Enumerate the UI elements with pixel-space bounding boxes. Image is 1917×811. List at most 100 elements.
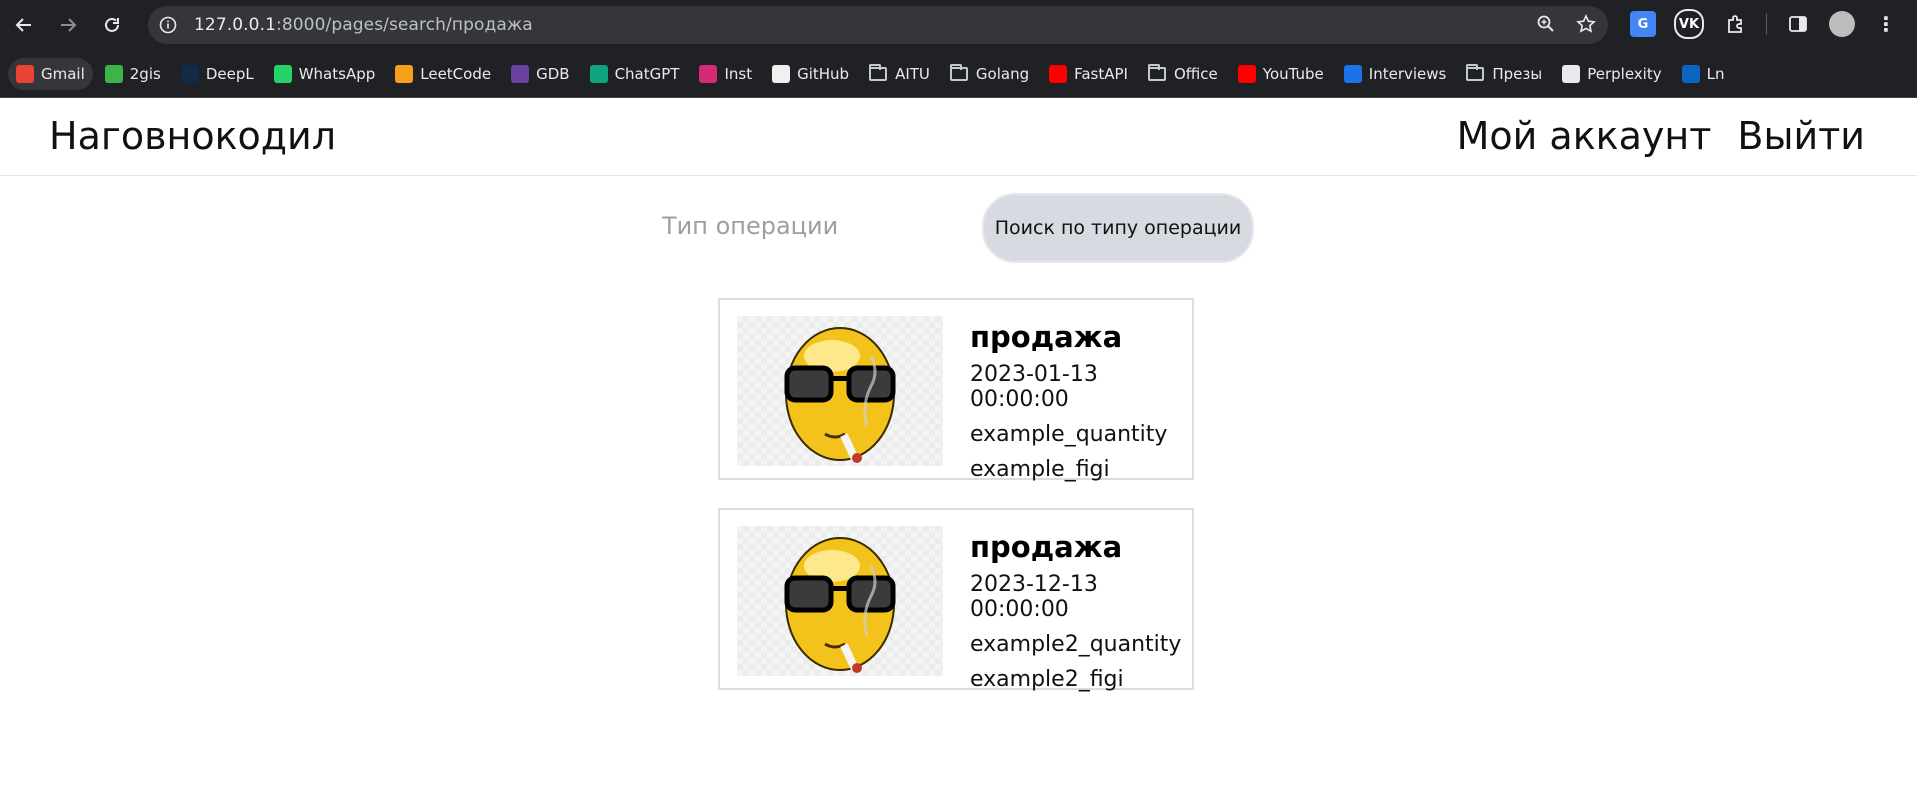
operation-figi: example2_figi (970, 667, 1124, 692)
bookmark-label: GDB (536, 64, 570, 83)
bookmark-label: Office (1173, 64, 1218, 83)
url-host: 127.0.0.1 (194, 15, 277, 35)
leetcode-icon (395, 64, 414, 83)
vk-extension-icon[interactable]: VK (1674, 9, 1704, 39)
logout-link[interactable]: Выйти (1737, 114, 1865, 158)
operation-title: продажа (970, 320, 1123, 354)
bookmark-label: Inst (724, 64, 753, 83)
folder-icon (1466, 63, 1485, 81)
bookmark-item[interactable]: DeepL (173, 58, 262, 90)
bookmark-label: Gmail (41, 64, 85, 83)
bookmark-label: Perplexity (1587, 64, 1662, 83)
interviews-icon (1343, 64, 1362, 83)
operation-quantity: example_quantity (970, 422, 1168, 447)
operation-card: продажа 2023-01-13 00:00:00 example_quanti… (718, 298, 1194, 482)
operation-image (737, 526, 943, 676)
chatgpt-icon (589, 64, 608, 83)
youtube-icon (1237, 64, 1256, 83)
profile-avatar-icon[interactable] (1829, 11, 1855, 37)
bookmark-label: DeepL (205, 64, 254, 83)
address-bar[interactable]: 127.0.0.1:8000/pages/search/продажа (148, 6, 1608, 44)
bookmark-label: WhatsApp (298, 64, 376, 83)
bookmark-item[interactable]: AITU (861, 58, 938, 90)
folder-icon (1147, 63, 1166, 81)
operation-figi: example_figi (970, 457, 1110, 482)
bookmark-item[interactable]: ChatGPT (582, 58, 688, 90)
smoking-emoji-icon (784, 327, 896, 463)
forward-button[interactable] (48, 5, 88, 45)
bookmark-label: YouTube (1262, 64, 1324, 83)
site-info-icon[interactable] (158, 15, 178, 35)
search-form: Поиск по типу операции (0, 176, 1917, 276)
reload-button[interactable] (92, 5, 132, 45)
my-account-link[interactable]: Мой аккаунт (1457, 114, 1712, 158)
bookmark-label: LeetCode (420, 64, 492, 83)
bookmark-item[interactable]: FastAPI (1041, 58, 1136, 90)
site-brand[interactable]: Наговнокодил (49, 114, 336, 158)
deepl-icon (180, 64, 199, 83)
bookmark-label: Interviews (1368, 64, 1447, 83)
2gis-icon (104, 64, 123, 83)
bookmark-label: ChatGPT (614, 64, 680, 83)
google-translate-icon[interactable]: G (1630, 11, 1656, 37)
github-icon (772, 64, 791, 83)
gmail-icon (16, 64, 34, 83)
youtube-icon (1049, 64, 1068, 83)
menu-kebab-icon[interactable]: ⋮ (1873, 11, 1899, 37)
back-arrow-icon (15, 18, 31, 32)
folder-icon (949, 63, 968, 81)
smoking-emoji-icon (784, 537, 896, 673)
forward-arrow-icon (61, 18, 77, 32)
bookmark-item[interactable]: LeetCode (387, 58, 499, 90)
toolbar-separator (1766, 14, 1767, 34)
bookmark-item[interactable]: Office (1140, 58, 1226, 90)
folder-icon (869, 63, 888, 81)
operation-quantity: example2_quantity (970, 632, 1182, 657)
operation-title: продажа (970, 530, 1123, 564)
zoom-icon[interactable] (1536, 14, 1556, 38)
back-button[interactable] (4, 5, 44, 45)
site-header: Наговнокодил Мой аккаунт Выйти (0, 98, 1917, 176)
bookmark-label: FastAPI (1074, 64, 1128, 83)
bookmark-item[interactable]: Презы (1458, 58, 1550, 90)
operation-details: продажа 2023-12-13 00:00:00 example2_quant… (970, 530, 1192, 702)
bookmark-item[interactable]: GDB (503, 58, 577, 90)
bookmark-star-icon[interactable] (1576, 14, 1596, 38)
bookmark-item[interactable]: Perplexity (1554, 58, 1669, 90)
linkedin-icon (1681, 64, 1700, 83)
browser-toolbar: 127.0.0.1:8000/pages/search/продажа G VK… (0, 0, 1917, 50)
bookmark-label: AITU (895, 64, 930, 83)
bookmark-item[interactable]: WhatsApp (266, 58, 384, 90)
bookmark-label: Презы (1492, 64, 1543, 83)
search-button[interactable]: Поиск по типу операции (982, 193, 1254, 263)
bookmark-item[interactable]: 2gis (97, 58, 169, 90)
bookmark-item[interactable]: Ln (1674, 58, 1733, 90)
operation-card: продажа 2023-12-13 00:00:00 example2_quant… (718, 508, 1194, 692)
bookmark-item[interactable]: Interviews (1336, 58, 1455, 90)
extensions-puzzle-icon[interactable] (1722, 11, 1748, 37)
operation-type-input[interactable] (660, 202, 944, 250)
bookmark-item[interactable]: Golang (942, 58, 1037, 90)
bookmark-item[interactable]: GitHub (764, 58, 857, 90)
bookmark-item[interactable]: Gmail (8, 57, 93, 90)
gdb-icon (511, 64, 530, 83)
bookmark-label: Ln (1706, 64, 1725, 83)
site-nav: Мой аккаунт Выйти (1457, 114, 1865, 158)
side-panel-icon[interactable] (1785, 11, 1811, 37)
url-path: :8000/pages/search/продажа (276, 15, 533, 35)
operation-date: 2023-12-13 00:00:00 (970, 572, 1098, 622)
bookmark-label: Golang (975, 64, 1030, 83)
bookmarks-bar: Gmail 2gis DeepL WhatsApp LeetCode GDB ChatGPT… (0, 50, 1917, 98)
bookmark-item[interactable]: Inst (691, 58, 760, 90)
operation-date: 2023-01-13 00:00:00 (970, 362, 1098, 412)
bookmark-item[interactable]: YouTube (1230, 58, 1332, 90)
bookmark-label: 2gis (129, 64, 161, 83)
bookmark-label: GitHub (797, 64, 850, 83)
perplexity-icon (1562, 64, 1581, 83)
operation-details: продажа 2023-01-13 00:00:00 example_quanti… (970, 320, 1192, 492)
instagram-icon (699, 64, 718, 83)
reload-icon (105, 17, 119, 32)
url-text[interactable]: 127.0.0.1:8000/pages/search/продажа (194, 15, 533, 35)
whatsapp-icon (273, 64, 292, 83)
operation-image (737, 316, 943, 466)
